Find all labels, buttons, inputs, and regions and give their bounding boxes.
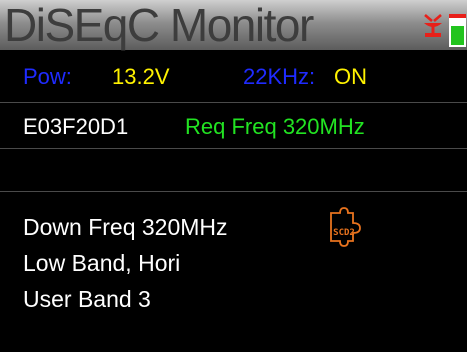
diseqc-monitor-screen: DiSEqC Monitor Pow: 13.2V 22KHz: ON E03F…: [0, 0, 467, 352]
title-bar: DiSEqC Monitor: [0, 0, 467, 51]
tone-value: ON: [334, 64, 367, 89]
tone-label: 22KHz:: [243, 64, 316, 89]
satellite-antenna-icon: [424, 14, 442, 37]
scd2-badge-text: SCD2: [333, 228, 355, 238]
band-polarity: Low Band, Hori: [23, 250, 181, 276]
user-band: User Band 3: [23, 286, 151, 312]
power-status-row: Pow: 13.2V 22KHz: ON: [0, 50, 467, 103]
command-code: E03F20D1: [23, 114, 129, 139]
down-frequency: Down Freq 320MHz: [23, 214, 228, 240]
power-value: 13.2V: [112, 64, 170, 89]
page-title: DiSEqC Monitor: [4, 0, 314, 51]
empty-row: [0, 149, 467, 192]
request-frequency: Req Freq 320MHz: [185, 114, 365, 139]
command-row: E03F20D1 Req Freq 320MHz: [0, 103, 467, 149]
power-label: Pow:: [23, 64, 72, 89]
scd2-puzzle-icon: SCD2: [330, 207, 361, 247]
battery-icon: [449, 14, 466, 47]
details-panel: Down Freq 320MHz Low Band, Hori User Ban…: [0, 192, 467, 352]
